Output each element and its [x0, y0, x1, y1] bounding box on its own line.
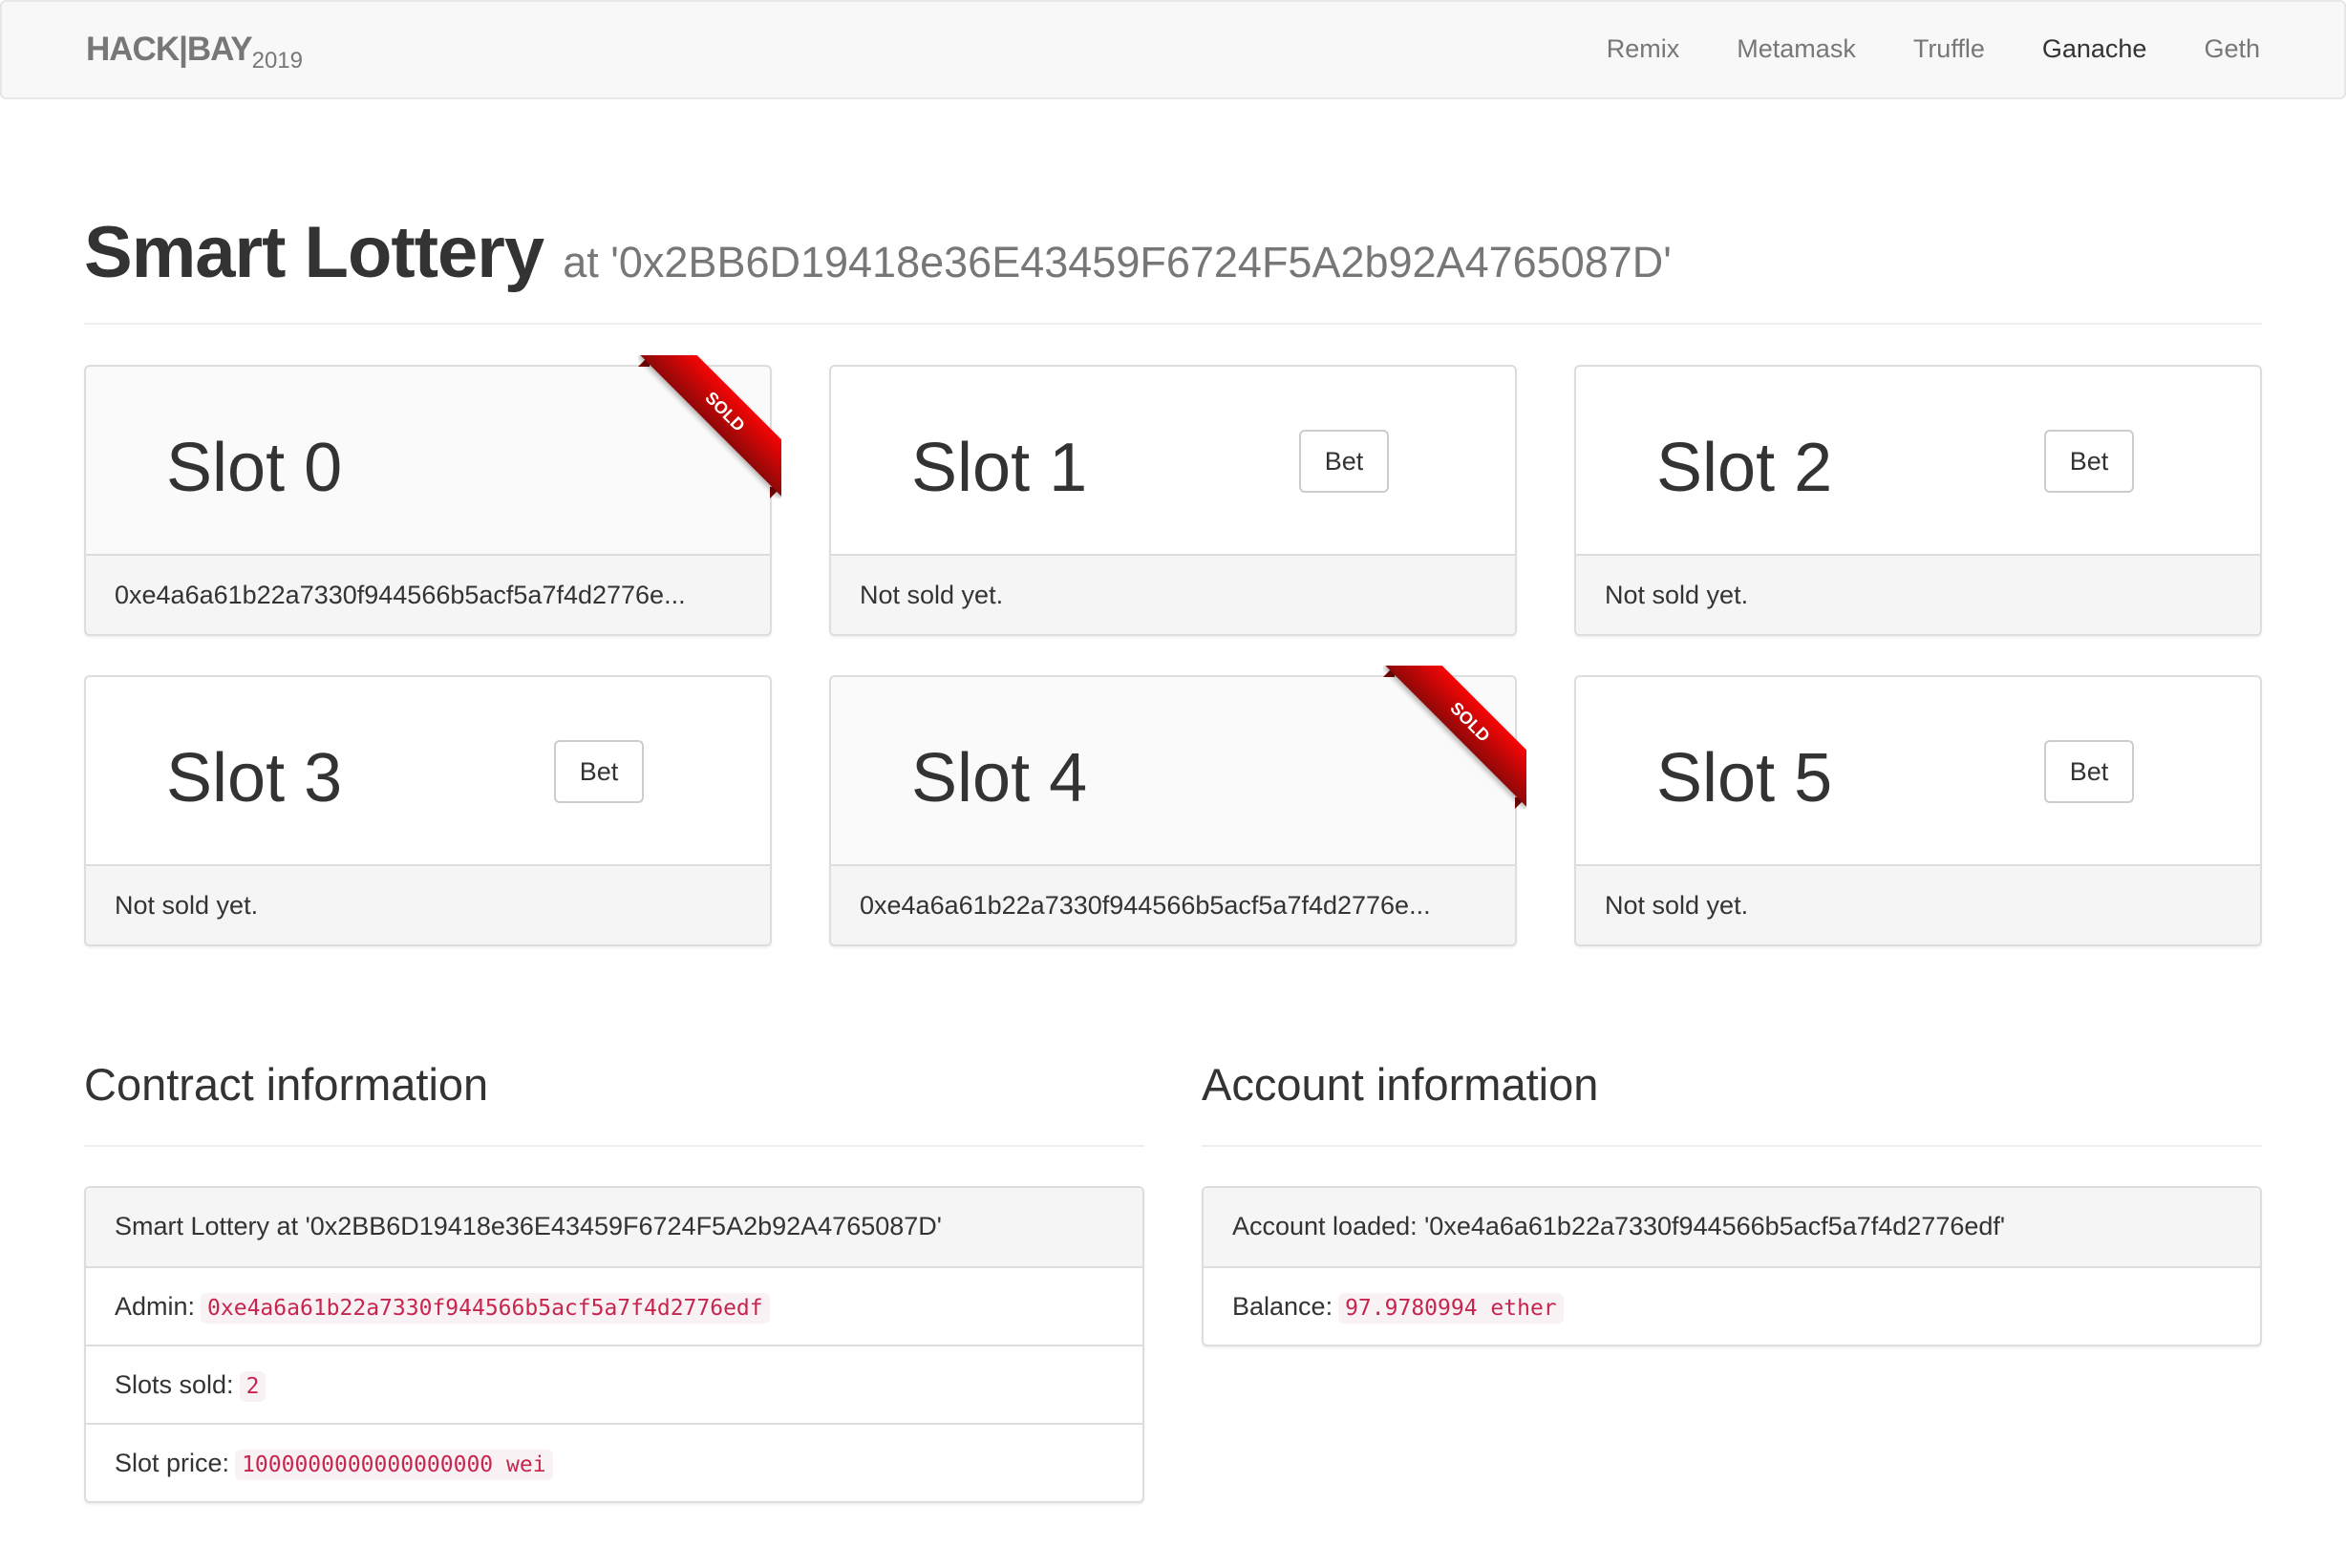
slot-card: Slot 1 Bet Not sold yet.	[829, 365, 1517, 636]
admin-address: 0xe4a6a61b22a7330f944566b5acf5a7f4d2776e…	[201, 1293, 770, 1324]
contract-info-heading: Contract information	[84, 1059, 489, 1110]
sold-ribbon-label: SOLD	[1384, 666, 1526, 808]
slot-card: Slot 0 0xe4a6a61b22a7330f944566b5acf5a7f…	[84, 355, 781, 636]
bet-button[interactable]: Bet	[1299, 430, 1389, 493]
slot-status: Not sold yet.	[1576, 866, 2260, 944]
admin-label: Admin:	[115, 1292, 196, 1321]
nav-link-metamask[interactable]: Metamask	[1737, 34, 1856, 64]
brand-logo[interactable]: HACK|BAY2019	[86, 31, 303, 74]
slot-title: Slot 1	[911, 430, 1088, 506]
slot-card-body: Slot 3 Bet	[86, 677, 770, 866]
sold-ribbon: SOLD	[1383, 666, 1526, 809]
page-header: Smart Lottery at '0x2BB6D19418e36E43459F…	[84, 210, 2262, 325]
slot-status: Not sold yet.	[831, 556, 1515, 634]
slot-card-body: Slot 5 Bet	[1576, 677, 2260, 866]
slot-title: Slot 3	[166, 740, 343, 816]
slot-card: Slot 4 0xe4a6a61b22a7330f944566b5acf5a7f…	[829, 666, 1526, 946]
slot-title: Slot 2	[1656, 430, 1833, 506]
page-title: Smart Lottery at '0x2BB6D19418e36E43459F…	[84, 210, 2262, 306]
nav-link-truffle[interactable]: Truffle	[1913, 34, 1985, 64]
nav-link-ganache[interactable]: Ganache	[2042, 34, 2147, 64]
slot-title: Slot 5	[1656, 740, 1833, 816]
contract-address-subtitle: at '0x2BB6D19418e36E43459F6724F5A2b92A47…	[563, 238, 1672, 286]
slots-sold-row: Slots sold: 2	[86, 1345, 1142, 1423]
balance-value: 97.9780994 ether	[1338, 1293, 1564, 1324]
page-title-text: Smart Lottery	[84, 212, 544, 293]
slot-title: Slot 0	[166, 430, 343, 506]
nav-links: Remix Metamask Truffle Ganache Geth	[1549, 34, 2260, 64]
admin-row: Admin: 0xe4a6a61b22a7330f944566b5acf5a7f4…	[86, 1266, 1142, 1345]
slot-card-body: Slot 2 Bet	[1576, 367, 2260, 556]
slot-price-label: Slot price:	[115, 1449, 230, 1477]
nav-link-remix[interactable]: Remix	[1607, 34, 1680, 64]
sold-ribbon: SOLD	[638, 355, 781, 498]
slot-card-body: Slot 1 Bet	[831, 367, 1515, 556]
slot-owner: 0xe4a6a61b22a7330f944566b5acf5a7f4d2776e…	[86, 556, 770, 634]
slot-owner: 0xe4a6a61b22a7330f944566b5acf5a7f4d2776e…	[831, 866, 1515, 944]
slot-status: Not sold yet.	[86, 866, 770, 944]
sold-ribbon-label: SOLD	[639, 355, 781, 498]
slot-price-row: Slot price: 1000000000000000000 wei	[86, 1423, 1142, 1501]
bet-button[interactable]: Bet	[2044, 430, 2134, 493]
contract-info-panel: Smart Lottery at '0x2BB6D19418e36E43459F…	[84, 1186, 1144, 1503]
account-info-panel: Account loaded: '0xe4a6a61b22a7330f94456…	[1202, 1186, 2262, 1346]
section-divider	[84, 1145, 1144, 1147]
slot-price-value: 1000000000000000000 wei	[235, 1450, 553, 1480]
balance-label: Balance:	[1232, 1292, 1333, 1321]
account-info-heading: Account information	[1202, 1059, 1599, 1110]
brand-year: 2019	[251, 48, 303, 74]
account-loaded: Account loaded: '0xe4a6a61b22a7330f94456…	[1204, 1188, 2260, 1266]
slot-title: Slot 4	[911, 740, 1088, 816]
section-divider	[1202, 1145, 2262, 1147]
slot-status: Not sold yet.	[1576, 556, 2260, 634]
slots-sold-label: Slots sold:	[115, 1370, 234, 1399]
navbar: HACK|BAY2019 Remix Metamask Truffle Gana…	[0, 0, 2346, 99]
bet-button[interactable]: Bet	[2044, 740, 2134, 803]
nav-link-geth[interactable]: Geth	[2204, 34, 2260, 64]
balance-row: Balance: 97.9780994 ether	[1204, 1266, 2260, 1345]
slot-card: Slot 5 Bet Not sold yet.	[1574, 675, 2262, 946]
brand-name: HACK|BAY	[86, 31, 253, 68]
slot-card: Slot 3 Bet Not sold yet.	[84, 675, 772, 946]
bet-button[interactable]: Bet	[554, 740, 644, 803]
slots-sold-value: 2	[239, 1371, 267, 1402]
contract-summary: Smart Lottery at '0x2BB6D19418e36E43459F…	[86, 1188, 1142, 1266]
slot-card: Slot 2 Bet Not sold yet.	[1574, 365, 2262, 636]
